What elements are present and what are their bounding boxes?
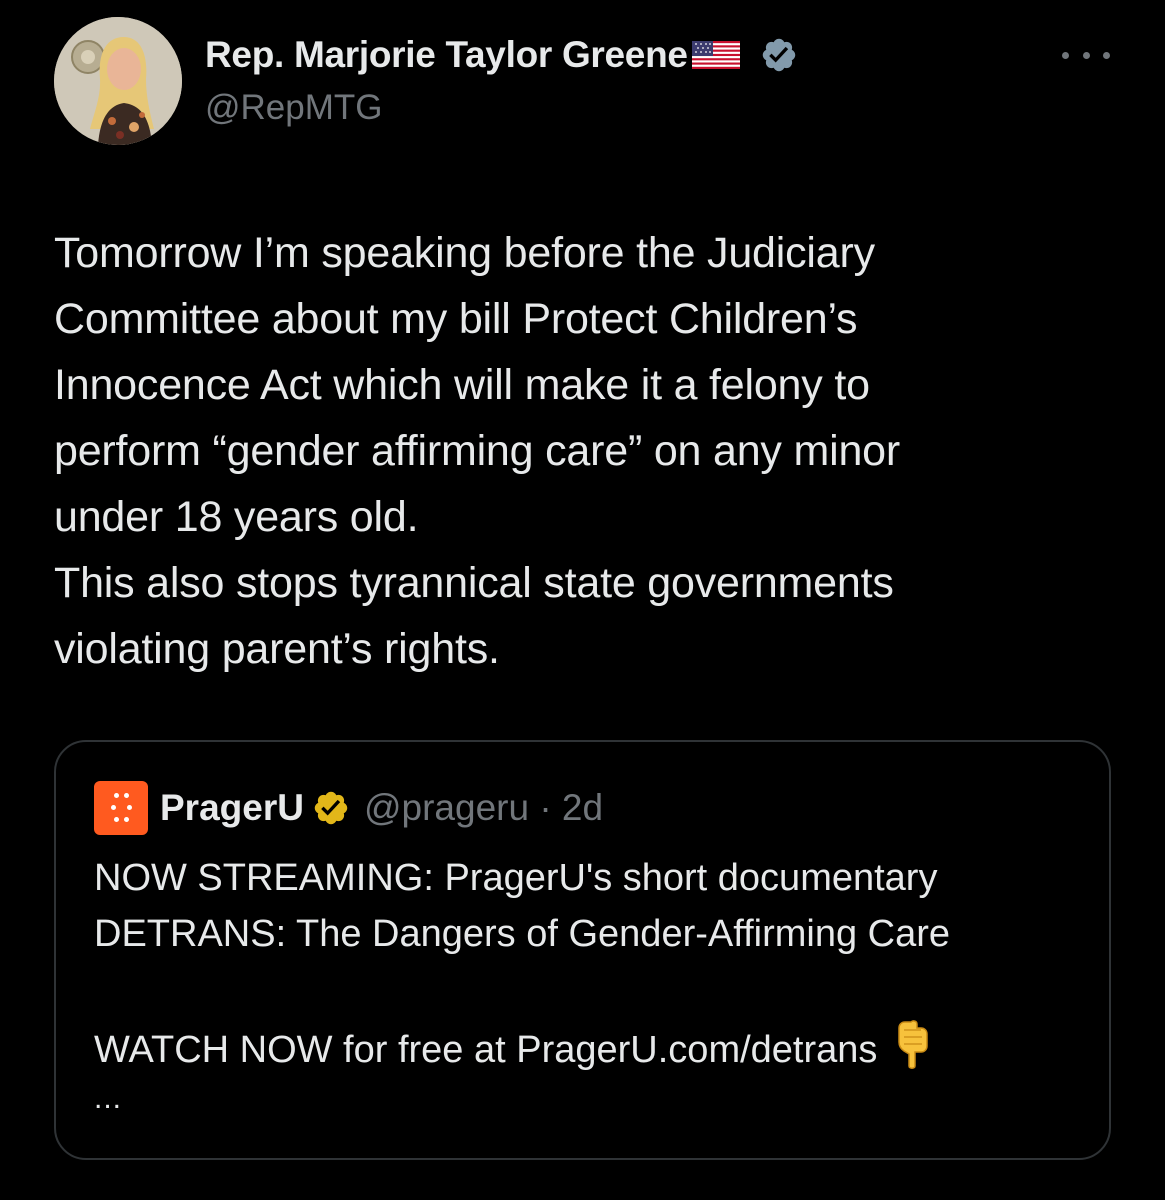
author-handle[interactable]: @RepMTG (205, 88, 383, 128)
pointing-down-hand-icon (891, 1018, 935, 1070)
more-dot-icon (1082, 51, 1090, 59)
quoted-tweet-text: NOW STREAMING: PragerU's short documenta… (94, 850, 1084, 1078)
quoted-author-name[interactable]: PragerU (160, 787, 304, 829)
us-flag-icon (691, 39, 740, 71)
avatar[interactable] (54, 17, 182, 145)
quoted-tweet-header: PragerU @prageru · 2d (94, 781, 603, 835)
author-name-row[interactable]: Rep. Marjorie Taylor Greene (205, 30, 798, 80)
quoted-tweet-card[interactable]: PragerU @prageru · 2d NOW STREAMING: Pra… (54, 740, 1111, 1160)
verified-badge-icon[interactable] (760, 36, 798, 74)
more-options-button[interactable] (1058, 40, 1114, 70)
more-dot-icon (1103, 51, 1110, 59)
quoted-tweet-body: NOW STREAMING: PragerU's short documenta… (94, 857, 951, 1071)
author-display-name[interactable]: Rep. Marjorie Taylor Greene (205, 34, 688, 76)
gold-verified-badge-icon[interactable] (312, 789, 350, 827)
quoted-handle-and-time[interactable]: @prageru · 2d (364, 787, 603, 829)
prageru-logo-icon[interactable] (94, 781, 148, 835)
quoted-tweet-ellipsis: ... (94, 1082, 123, 1115)
tweet: Rep. Marjorie Taylor Greene @RepMTG Tomo… (0, 0, 1165, 1200)
tweet-text: Tomorrow I’m speaking before the Judicia… (54, 229, 900, 673)
more-dot-icon (1062, 51, 1069, 59)
avatar-image (54, 17, 182, 145)
